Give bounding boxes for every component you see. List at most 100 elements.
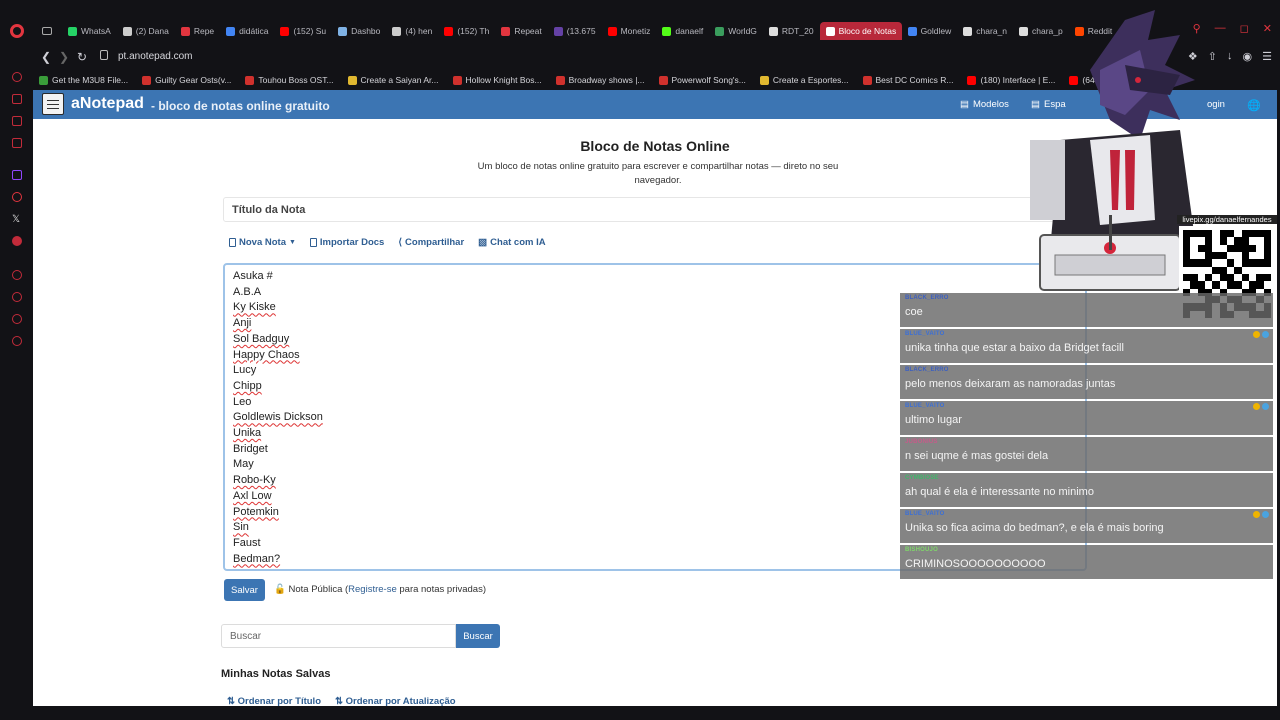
nav-login[interactable]: ogin xyxy=(1207,99,1225,110)
bookmark-favicon-icon xyxy=(39,75,48,85)
browser-tab[interactable]: (4) hen xyxy=(386,22,438,40)
language-globe-icon[interactable]: 🌐 xyxy=(1247,99,1261,112)
browser-tab[interactable]: Goldlew xyxy=(902,22,958,40)
chat-text: ultimo lugar xyxy=(905,414,962,426)
bookmark-label: Touhou Boss OST... xyxy=(258,75,334,85)
download-icon[interactable]: ↓ xyxy=(1227,50,1233,63)
tab-favicon-icon xyxy=(392,26,402,36)
sort-icon: ⇅ xyxy=(227,696,235,706)
browser-tab[interactable]: RDT_20 xyxy=(763,22,820,40)
browser-tab[interactable]: Repeat xyxy=(495,22,547,40)
chat-message: JUBONIUS n sei uqme é mas gostei dela xyxy=(900,437,1273,471)
bookmark-item[interactable]: Get the M3U8 File... xyxy=(39,70,128,90)
nav-models[interactable]: ▤ Modelos xyxy=(960,99,1009,110)
import-docs-button[interactable]: Importar Docs xyxy=(309,237,384,248)
bookmark-item[interactable]: Broadway shows |... xyxy=(555,70,645,90)
sort-icon: ⇅ xyxy=(335,696,343,706)
bookmark-item[interactable]: Create a Saiyan Ar... xyxy=(347,70,439,90)
browser-tab[interactable]: WhatsA xyxy=(62,22,117,40)
sidebar-history-icon[interactable] xyxy=(12,292,22,302)
browser-tab[interactable]: Repe xyxy=(175,22,220,40)
back-icon[interactable]: ❮ xyxy=(41,50,51,64)
sort-by-update[interactable]: ⇅ Ordenar por Atualização xyxy=(335,696,456,706)
sidebar-x-icon[interactable]: 𝕏 xyxy=(12,214,20,225)
sidebar-settings-icon[interactable] xyxy=(12,336,22,346)
note-line: Lucy xyxy=(233,364,257,377)
chat-username: JUBONIUS xyxy=(905,439,938,445)
browser-tab[interactable]: Dashbo xyxy=(332,22,386,40)
badge-icon xyxy=(1262,403,1269,410)
note-line: Ky Kiske xyxy=(233,301,276,314)
browser-tab[interactable]: Bloco de Notas xyxy=(819,22,902,40)
note-content[interactable]: Asuka # A.B.A Ky Kiske Anji Sol Badguy Happy … xyxy=(233,269,323,567)
minimize-icon[interactable]: — xyxy=(1215,22,1226,35)
chat-ai-button[interactable]: ▧ Chat com IA xyxy=(478,237,545,248)
maximize-icon[interactable]: ◻ xyxy=(1240,22,1249,35)
camera-icon[interactable]: ◉ xyxy=(1243,50,1253,63)
tab-label: chara_n xyxy=(976,26,1007,36)
sidebar-messenger-icon[interactable] xyxy=(12,116,22,126)
bookmark-item[interactable]: Touhou Boss OST... xyxy=(245,70,334,90)
browser-tab[interactable]: (152) Th xyxy=(438,22,495,40)
notepad-logo-icon[interactable] xyxy=(42,93,64,115)
sidebar-percent-icon[interactable] xyxy=(12,192,22,202)
tab-favicon-icon xyxy=(768,26,778,36)
note-line: Goldlewis Dickson xyxy=(233,411,323,424)
sidebar-wallet-icon[interactable] xyxy=(12,94,22,104)
stream-chat-overlay: BLACK_ERRO coe BLUE_VAITO unika tinha que e… xyxy=(900,293,1273,581)
bookmark-item[interactable]: Create a Esportes... xyxy=(759,70,849,90)
register-link[interactable]: Registre-se xyxy=(348,584,397,595)
search-input[interactable]: Buscar xyxy=(221,624,456,648)
import-doc-icon xyxy=(309,238,317,247)
bookmark-item[interactable]: Powerwolf Song's... xyxy=(658,70,746,90)
tab-favicon-icon xyxy=(226,26,236,36)
bookmark-item[interactable]: Best DC Comics R... xyxy=(862,70,953,90)
tab-favicon-icon xyxy=(338,26,348,36)
search-button[interactable]: Buscar xyxy=(456,624,500,648)
browser-tab[interactable]: WorldG xyxy=(709,22,763,40)
browser-tab[interactable]: (13.675 xyxy=(548,22,602,40)
sidebar-gmail-icon[interactable] xyxy=(12,138,22,148)
note-line: May xyxy=(233,458,254,471)
sidebar-ai-icon[interactable] xyxy=(12,72,22,82)
bookmark-favicon-icon xyxy=(555,75,565,85)
chat-username: BLUE_VAITO xyxy=(905,403,945,409)
browser-tab[interactable]: (2) Dana xyxy=(117,22,175,40)
sidebar-cube-icon[interactable] xyxy=(12,314,22,324)
menu-icon[interactable]: ☰ xyxy=(1262,50,1272,63)
tab-label: Bloco de Notas xyxy=(838,26,897,36)
share-button[interactable]: ⟨ Compartilhar xyxy=(398,237,464,248)
bookmark-item[interactable]: Hollow Knight Bos... xyxy=(452,70,542,90)
browser-status-strip xyxy=(33,706,1280,720)
opera-logo-icon[interactable] xyxy=(10,24,24,38)
reload-icon[interactable]: ↻ xyxy=(77,50,87,64)
save-button[interactable]: Salvar xyxy=(224,579,265,601)
sidebar-music-icon[interactable] xyxy=(12,236,22,246)
bookmark-item[interactable]: Guilty Gear Osts(v... xyxy=(142,70,231,90)
new-note-dropdown[interactable]: Nova Nota ▼ xyxy=(229,237,296,248)
robot-icon: ▧ xyxy=(478,237,488,248)
brand-tagline: - bloco de notas online gratuito xyxy=(151,99,330,113)
url-field[interactable]: pt.anotepad.com xyxy=(118,51,193,62)
browser-tab[interactable]: didática xyxy=(220,22,274,40)
note-title-input[interactable]: Título da Nota xyxy=(223,197,1083,222)
chat-username: BLUE_VAITO xyxy=(905,511,945,517)
note-line: Anji xyxy=(233,317,252,330)
sidebar-clock-icon[interactable] xyxy=(12,270,22,280)
browser-tab[interactable]: (152) Su xyxy=(274,22,332,40)
note-line: Axl Low xyxy=(233,489,272,502)
sort-by-title[interactable]: ⇅ Ordenar por Título xyxy=(227,696,321,706)
close-icon[interactable]: ✕ xyxy=(1263,22,1272,35)
sidebar-twitch-icon[interactable] xyxy=(12,170,22,180)
browser-tab[interactable]: chara_n xyxy=(957,22,1013,40)
share-icon[interactable]: ⇧ xyxy=(1208,50,1217,63)
badge-icon xyxy=(1253,511,1260,518)
browser-tab[interactable]: Monetiz xyxy=(602,22,657,40)
workspaces-icon[interactable] xyxy=(42,27,52,35)
tab-label: WhatsA xyxy=(81,26,111,36)
forward-icon[interactable]: ❯ xyxy=(59,50,69,64)
browser-tab[interactable]: danaelf xyxy=(656,22,709,40)
tab-label: Repe xyxy=(193,26,215,36)
bookmark-favicon-icon xyxy=(658,75,668,85)
brand-name[interactable]: aNotepad xyxy=(71,95,144,113)
